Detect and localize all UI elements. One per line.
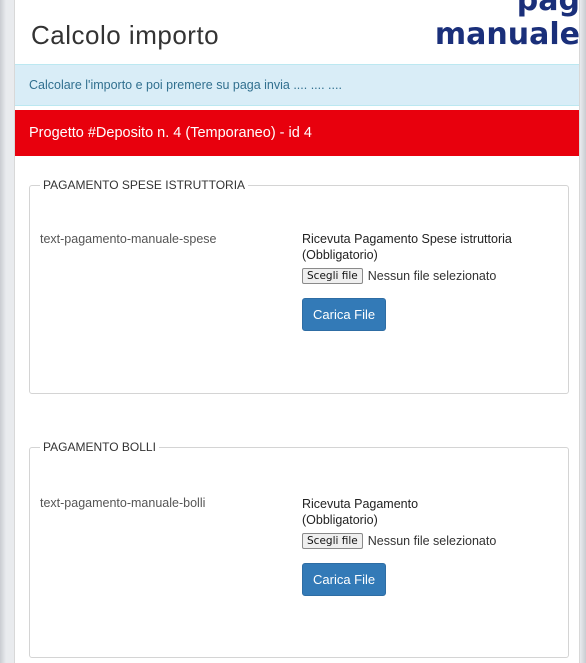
no-file-text: Nessun file selezionato xyxy=(367,269,497,283)
file-input[interactable]: Scegli file Nessun file selezionato xyxy=(302,533,542,549)
section-description: text-pagamento-manuale-spese xyxy=(40,232,217,246)
file-input[interactable]: Scegli file Nessun file selezionato xyxy=(302,268,542,284)
upload-label: Ricevuta Pagamento (Obbligatorio) xyxy=(302,497,419,527)
upload-block-spese: Ricevuta Pagamento Spese istruttoria (Ob… xyxy=(302,231,542,331)
section-legend: PAGAMENTO SPESE ISTRUTTORIA xyxy=(43,178,246,192)
upload-label: Ricevuta Pagamento Spese istruttoria (Ob… xyxy=(302,232,512,262)
section-legend: PAGAMENTO BOLLI xyxy=(43,440,156,454)
no-file-text: Nessun file selezionato xyxy=(367,534,497,548)
info-message: Calcolare l'importo e poi premere su pag… xyxy=(15,64,579,106)
page-title: Calcolo importo xyxy=(31,20,220,50)
overlay-partial-word: pag xyxy=(516,0,580,18)
upload-block-bolli: Ricevuta Pagamento (Obbligatorio) Scegli… xyxy=(302,496,542,596)
main-panel: Calcolo importo Calcolare l'importo e po… xyxy=(14,0,580,663)
section-description: text-pagamento-manuale-bolli xyxy=(40,496,206,510)
choose-file-button[interactable]: Scegli file xyxy=(302,533,363,549)
upload-file-button[interactable]: Carica File xyxy=(302,298,387,331)
upload-file-button[interactable]: Carica File xyxy=(302,563,387,596)
overlay-word: manuale xyxy=(434,17,580,52)
project-bar: Progetto #Deposito n. 4 (Temporaneo) - i… xyxy=(15,110,579,156)
choose-file-button[interactable]: Scegli file xyxy=(302,268,363,284)
